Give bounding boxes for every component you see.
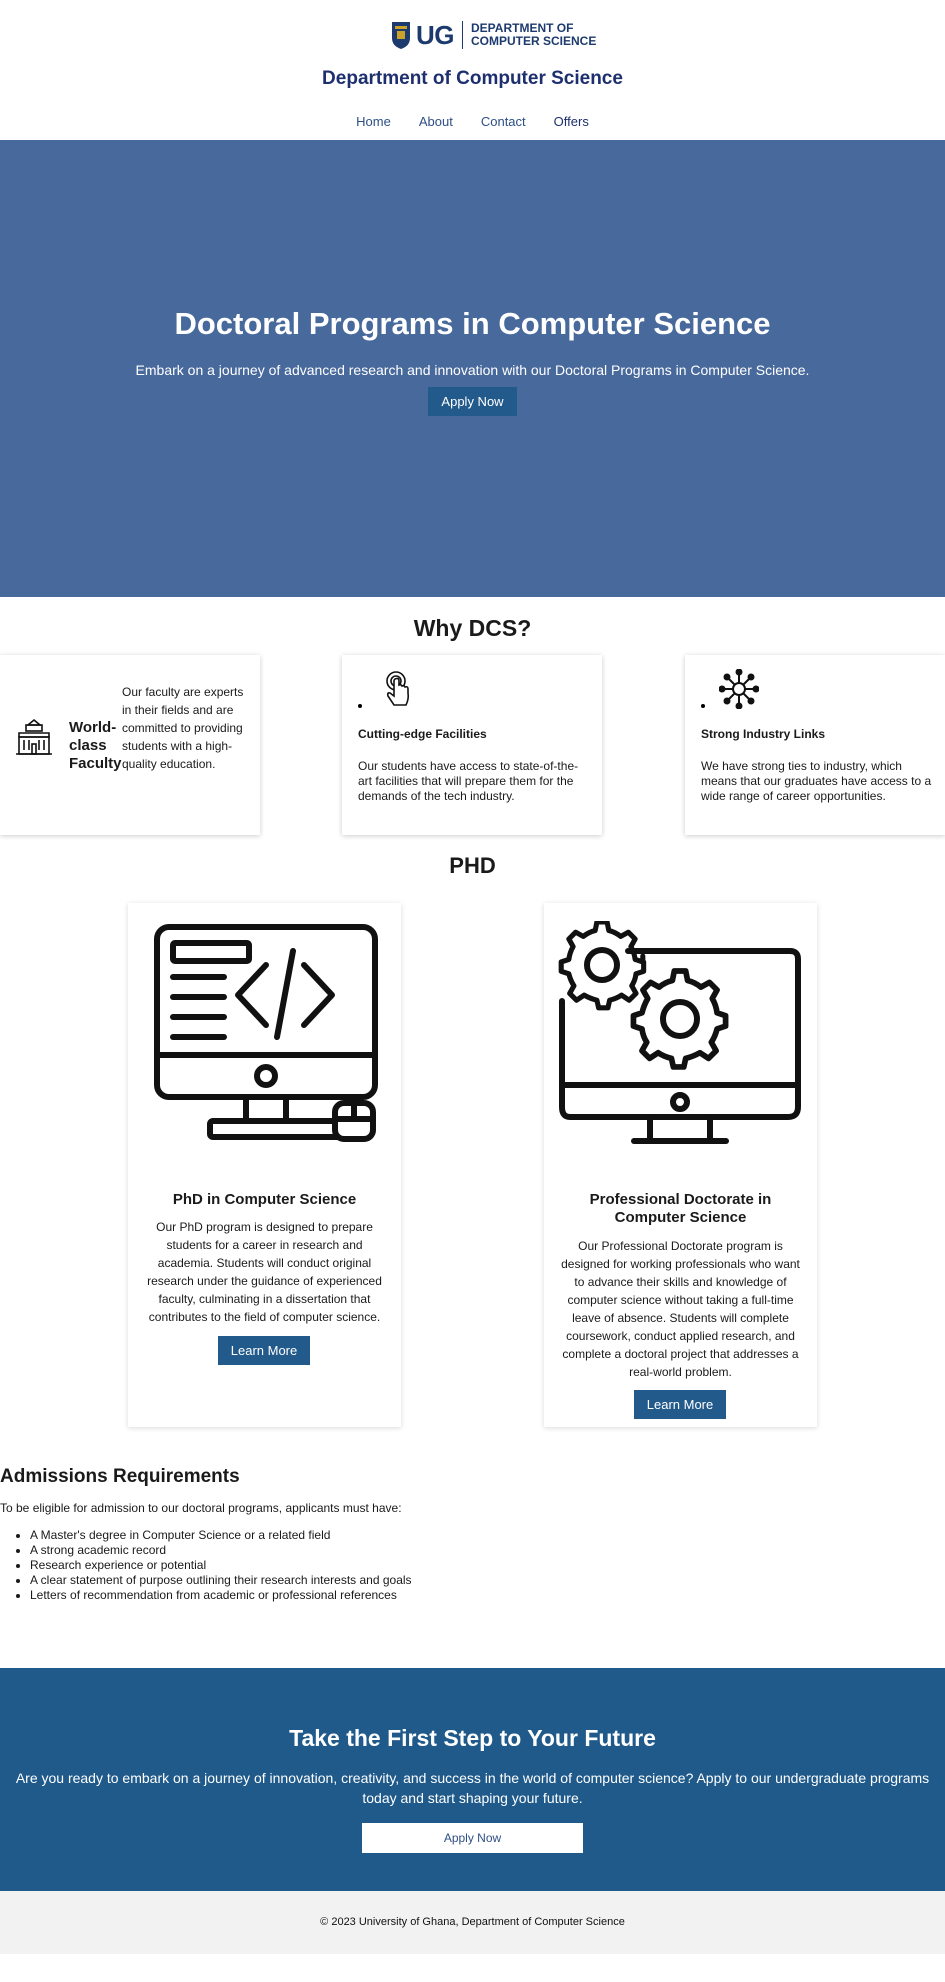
- hero-title: Doctoral Programs in Computer Science: [174, 306, 771, 341]
- admissions-section: Admissions Requirements To be eligible f…: [0, 1466, 945, 1668]
- phd-card-professional: Professional Doctorate in Computer Scien…: [544, 903, 817, 1427]
- bullet-dot: [701, 704, 705, 708]
- list-item: A clear statement of purpose outlining t…: [30, 1573, 412, 1588]
- learn-more-button[interactable]: Learn More: [218, 1336, 310, 1365]
- phd-card-heading: Professional Doctorate in Computer Scien…: [589, 1191, 772, 1226]
- why-card-heading: Strong Industry Links: [701, 727, 826, 741]
- main-nav: Home About Contact Offers: [0, 114, 945, 129]
- phd-card-text: Our Professional Doctorate program is de…: [561, 1239, 800, 1379]
- site-header: UG DEPARTMENT OF COMPUTER SCIENCE Depart…: [0, 0, 945, 140]
- logo-divider: [462, 21, 463, 49]
- logo-dept-line2: COMPUTER SCIENCE: [471, 34, 597, 48]
- footer-copyright: © 2023 University of Ghana, Department o…: [320, 1916, 625, 1928]
- cta-title: Take the First Step to Your Future: [289, 1725, 656, 1751]
- hero-apply-button[interactable]: Apply Now: [428, 387, 517, 416]
- why-cards: World-class Faculty Our faculty are expe…: [0, 655, 945, 855]
- hero-section: Doctoral Programs in Computer Science Em…: [0, 140, 945, 597]
- why-card-text: Our students have access to state-of-the…: [358, 759, 579, 803]
- ug-logo[interactable]: UG DEPARTMENT OF COMPUTER SCIENCE: [390, 18, 596, 52]
- cta-text: Are you ready to embark on a journey of …: [15, 1770, 930, 1806]
- admissions-list: A Master's degree in Computer Science or…: [30, 1528, 412, 1603]
- logo-ug-text: UG: [416, 19, 455, 50]
- why-section: Why DCS? World-class Faculty Our faculty…: [0, 615, 945, 855]
- admissions-intro: To be eligible for admission to our doct…: [0, 1501, 402, 1515]
- why-card-faculty: World-class Faculty Our faculty are expe…: [0, 655, 260, 835]
- bullet-dot: [358, 704, 362, 708]
- phd-section: PHD PhD in Computer Science Our PhD prog…: [0, 855, 945, 1466]
- nav-about[interactable]: About: [405, 114, 467, 129]
- phd-title: PHD: [449, 853, 496, 878]
- why-card-text: Our faculty are experts in their fields …: [122, 685, 244, 771]
- ug-crest-icon: [392, 22, 410, 49]
- cta-apply-button[interactable]: Apply Now: [362, 1823, 583, 1853]
- why-card-heading: World-class Faculty: [69, 719, 122, 772]
- why-card-text: We have strong ties to industry, which m…: [701, 759, 932, 803]
- computer-gears-icon: [558, 921, 801, 1144]
- cta-section: Take the First Step to Your Future Are y…: [0, 1668, 945, 1891]
- phd-cards: PhD in Computer Science Our PhD program …: [0, 903, 945, 1466]
- nav-contact[interactable]: Contact: [467, 114, 540, 129]
- site-title: Department of Computer Science: [322, 68, 623, 89]
- list-item: A strong academic record: [30, 1543, 412, 1558]
- logo-department-text: DEPARTMENT OF COMPUTER SCIENCE: [471, 22, 596, 48]
- why-card-facilities: Cutting-edge Facilities Our students hav…: [342, 655, 602, 835]
- phd-card-text: Our PhD program is designed to prepare s…: [147, 1220, 382, 1324]
- network-hub-icon: [719, 669, 759, 709]
- computer-code-icon: [154, 924, 378, 1142]
- nav-offers[interactable]: Offers: [540, 114, 603, 129]
- touch-hand-icon: [386, 671, 410, 706]
- phd-card-heading: PhD in Computer Science: [172, 1191, 357, 1208]
- university-building-icon: [16, 718, 52, 755]
- list-item: A Master's degree in Computer Science or…: [30, 1528, 412, 1543]
- phd-card-cs: PhD in Computer Science Our PhD program …: [128, 903, 401, 1427]
- site-footer: © 2023 University of Ghana, Department o…: [0, 1891, 945, 1954]
- nav-home[interactable]: Home: [342, 114, 405, 129]
- list-item: Letters of recommendation from academic …: [30, 1588, 412, 1603]
- learn-more-button[interactable]: Learn More: [634, 1390, 726, 1419]
- why-card-industry: Strong Industry Links We have strong tie…: [685, 655, 945, 835]
- hero-subtitle: Embark on a journey of advanced research…: [135, 362, 810, 378]
- admissions-title: Admissions Requirements: [0, 1466, 240, 1487]
- why-card-heading: Cutting-edge Facilities: [358, 727, 487, 741]
- why-title: Why DCS?: [413, 615, 532, 641]
- list-item: Research experience or potential: [30, 1558, 412, 1573]
